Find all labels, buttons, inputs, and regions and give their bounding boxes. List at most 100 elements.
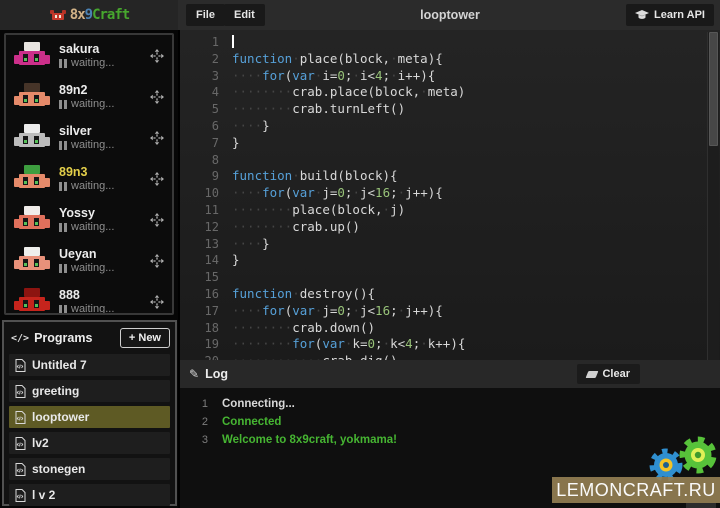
avatar-eye	[23, 300, 28, 308]
code-line: 14 }	[180, 252, 720, 269]
line-code: ········crab.up()	[232, 219, 360, 236]
avatar-eye	[34, 177, 39, 185]
line-code: function·place(block,·meta){	[232, 51, 443, 68]
log-title: Log	[205, 367, 228, 381]
programs-header: </> Programs + New	[9, 326, 170, 350]
move-arrows-icon[interactable]	[150, 254, 164, 268]
player-info: Ueyan waiting...	[59, 247, 141, 274]
code-line: 2 function·place(block,·meta){	[180, 51, 720, 68]
program-label: stonegen	[32, 462, 85, 476]
avatar-eye	[34, 95, 39, 103]
program-list: Untitled 7 greeting looptower lv2 stoneg…	[9, 354, 170, 506]
menu-file[interactable]: File	[186, 4, 225, 26]
program-label: l v 2	[32, 488, 55, 502]
player-status-text: waiting...	[71, 57, 114, 69]
program-item[interactable]: l v 2	[9, 484, 170, 506]
line-number: 12	[180, 219, 232, 236]
move-arrows-icon[interactable]	[150, 90, 164, 104]
avatar-head	[24, 165, 40, 174]
player-info: sakura waiting...	[59, 42, 141, 69]
player-status-text: waiting...	[71, 139, 114, 151]
player-name: 89n2	[59, 83, 141, 97]
line-code: ····}	[232, 236, 270, 253]
player-row[interactable]: 888 waiting...	[6, 281, 172, 315]
avatar-eye	[23, 54, 28, 62]
program-label: lv2	[32, 436, 49, 450]
menu-edit[interactable]: Edit	[224, 4, 265, 26]
program-item[interactable]: looptower	[9, 406, 170, 428]
log-entry: 1 Connecting...	[180, 395, 720, 413]
line-number: 4	[180, 84, 232, 101]
player-row[interactable]: 89n3 waiting...	[6, 158, 172, 199]
log-header: ✎ Log Clear	[180, 360, 720, 388]
move-arrows-icon[interactable]	[150, 131, 164, 145]
avatar-head	[24, 124, 40, 133]
scrollbar-thumb[interactable]	[709, 32, 718, 146]
player-row[interactable]: silver waiting...	[6, 117, 172, 158]
player-list: sakura waiting... 89n2 waiting...	[4, 33, 174, 315]
line-number: 5	[180, 101, 232, 118]
player-status-text: waiting...	[71, 98, 114, 110]
code-line: 9 function·build(block){	[180, 168, 720, 185]
pause-icon	[59, 264, 67, 273]
code-line: 15	[180, 269, 720, 286]
log-line-number: 2	[180, 413, 222, 431]
avatar-eye	[34, 136, 39, 144]
document-title: looptower	[420, 0, 480, 30]
move-arrows-icon[interactable]	[150, 172, 164, 186]
avatar-head	[24, 83, 40, 92]
line-number: 13	[180, 236, 232, 253]
line-code: function·destroy(){	[232, 286, 375, 303]
pause-icon	[59, 182, 67, 191]
avatar-eye	[23, 218, 28, 226]
code-editor[interactable]: 1 2 function·place(block,·meta){ 3 ····f…	[180, 30, 720, 360]
program-item[interactable]: stonegen	[9, 458, 170, 480]
player-row[interactable]: Yossy waiting...	[6, 199, 172, 240]
learn-api-button[interactable]: Learn API	[626, 4, 714, 26]
player-row[interactable]: Ueyan waiting...	[6, 240, 172, 281]
line-code: ····for(var·j=0;·j<16;·j++){	[232, 303, 443, 320]
clear-log-button[interactable]: Clear	[577, 364, 640, 384]
avatar-body	[19, 51, 45, 65]
player-status: waiting...	[59, 221, 141, 233]
crab-avatar	[14, 287, 50, 316]
avatar-body	[19, 297, 45, 311]
move-arrows-icon[interactable]	[150, 295, 164, 309]
program-item[interactable]: Untitled 7	[9, 354, 170, 376]
player-status-text: waiting...	[71, 303, 114, 315]
avatar-head	[24, 288, 40, 297]
line-code: ············crab.dig()	[232, 353, 398, 360]
line-number: 2	[180, 51, 232, 68]
avatar-eye	[23, 177, 28, 185]
program-item[interactable]: lv2	[9, 432, 170, 454]
logo-text: 8x9Craft	[70, 7, 129, 23]
line-code: function·build(block){	[232, 168, 398, 185]
line-number: 18	[180, 320, 232, 337]
line-number: 10	[180, 185, 232, 202]
program-item[interactable]: greeting	[9, 380, 170, 402]
log-text: Connecting...	[222, 395, 295, 413]
player-row[interactable]: 89n2 waiting...	[6, 76, 172, 117]
avatar-eye	[23, 136, 28, 144]
avatar-body	[19, 133, 45, 147]
move-arrows-icon[interactable]	[150, 49, 164, 63]
editor-scrollbar[interactable]	[707, 32, 719, 360]
line-number: 9	[180, 168, 232, 185]
new-program-button[interactable]: + New	[120, 328, 170, 348]
line-code: ····for(var·j=0;·j<16;·j++){	[232, 185, 443, 202]
line-code: ····for(var·i=0;·i<4;·i++){	[232, 68, 435, 85]
code-line: 12 ········crab.up()	[180, 219, 720, 236]
player-row[interactable]: sakura waiting...	[6, 35, 172, 76]
player-status-text: waiting...	[71, 221, 114, 233]
move-arrows-icon[interactable]	[150, 213, 164, 227]
log-entry: 3 Welcome to 8x9craft, yokmama!	[180, 431, 720, 449]
avatar-eye	[23, 95, 28, 103]
player-info: 89n3 waiting...	[59, 165, 141, 192]
player-status-text: waiting...	[71, 262, 114, 274]
log-list: 1 Connecting... 2 Connected 3 Welcome to…	[180, 395, 720, 449]
player-name: Ueyan	[59, 247, 141, 261]
watermark-link[interactable]: LEMONCRAFT.RU	[552, 477, 720, 503]
code-brackets-icon: </>	[11, 333, 29, 344]
app-logo: 8x9Craft	[0, 0, 178, 30]
player-info: silver waiting...	[59, 124, 141, 151]
